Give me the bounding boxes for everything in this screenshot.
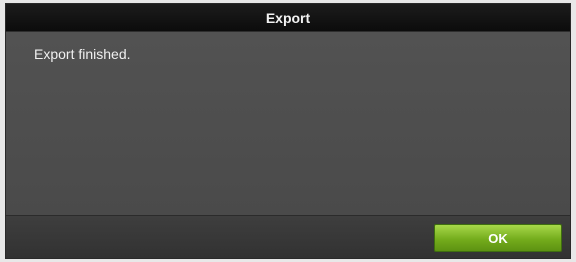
- export-dialog: Export Export finished. OK: [5, 3, 571, 259]
- status-message: Export finished.: [34, 46, 131, 62]
- dialog-title: Export: [265, 9, 311, 26]
- ok-button[interactable]: OK: [434, 224, 562, 252]
- dialog-title-bar: Export: [6, 4, 570, 32]
- dialog-footer: OK: [6, 215, 570, 258]
- dialog-body: Export finished.: [6, 32, 570, 218]
